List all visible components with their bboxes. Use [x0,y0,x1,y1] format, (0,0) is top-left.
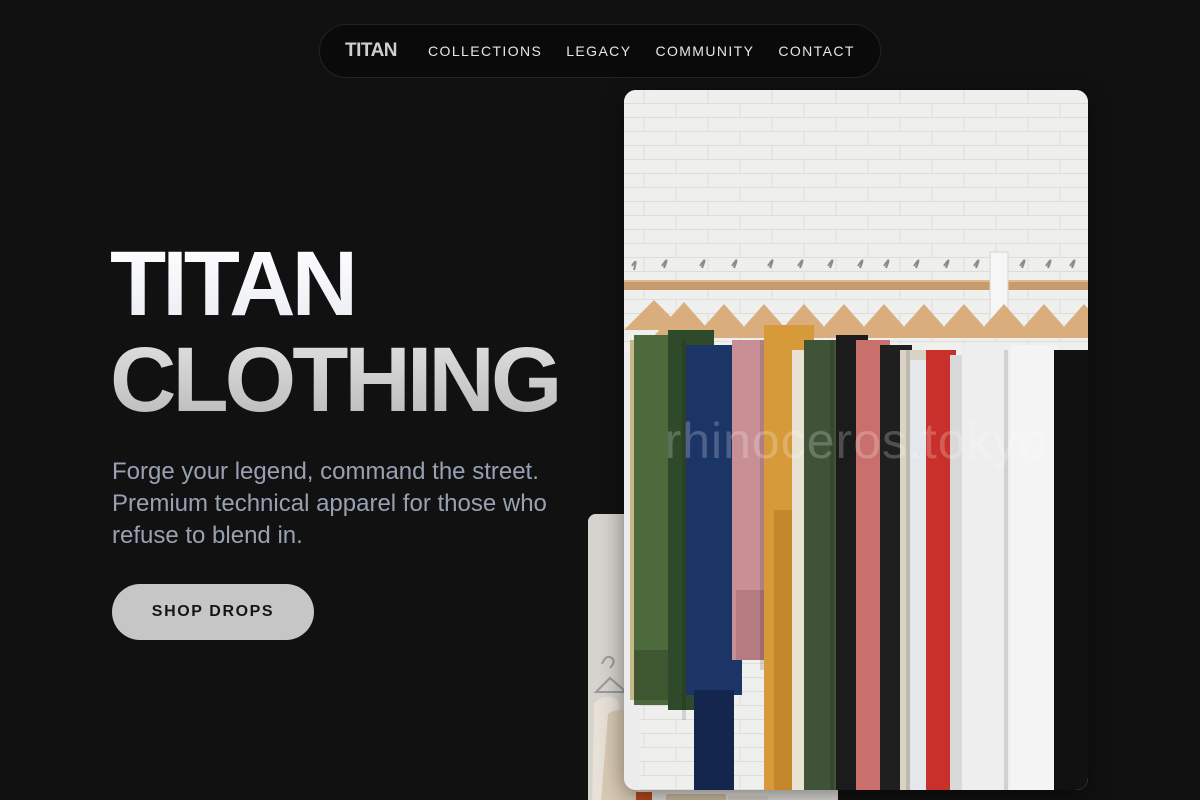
hero-title-line-1: TITAN [110,236,558,332]
nav-links: COLLECTIONS LEGACY COMMUNITY CONTACT [428,43,855,59]
nav-link-legacy[interactable]: LEGACY [566,43,631,59]
landing-page: TITAN COLLECTIONS LEGACY COMMUNITY CONTA… [0,0,1200,800]
top-nav: TITAN COLLECTIONS LEGACY COMMUNITY CONTA… [319,24,881,78]
nav-logo[interactable]: TITAN [345,40,398,62]
nav-link-community[interactable]: COMMUNITY [655,43,754,59]
shop-drops-button[interactable]: SHOP DROPS [112,584,314,640]
hero-title: TITAN CLOTHING [110,236,562,431]
hero-clothing-rack-photo: rhinoceros.tokyo [624,90,1088,790]
nav-link-collections[interactable]: COLLECTIONS [428,43,542,59]
hero-title-line-2: CLOTHING [110,329,562,431]
hero-subtitle: Forge your legend, command the street. P… [112,458,547,549]
nav-link-contact[interactable]: CONTACT [778,43,854,59]
